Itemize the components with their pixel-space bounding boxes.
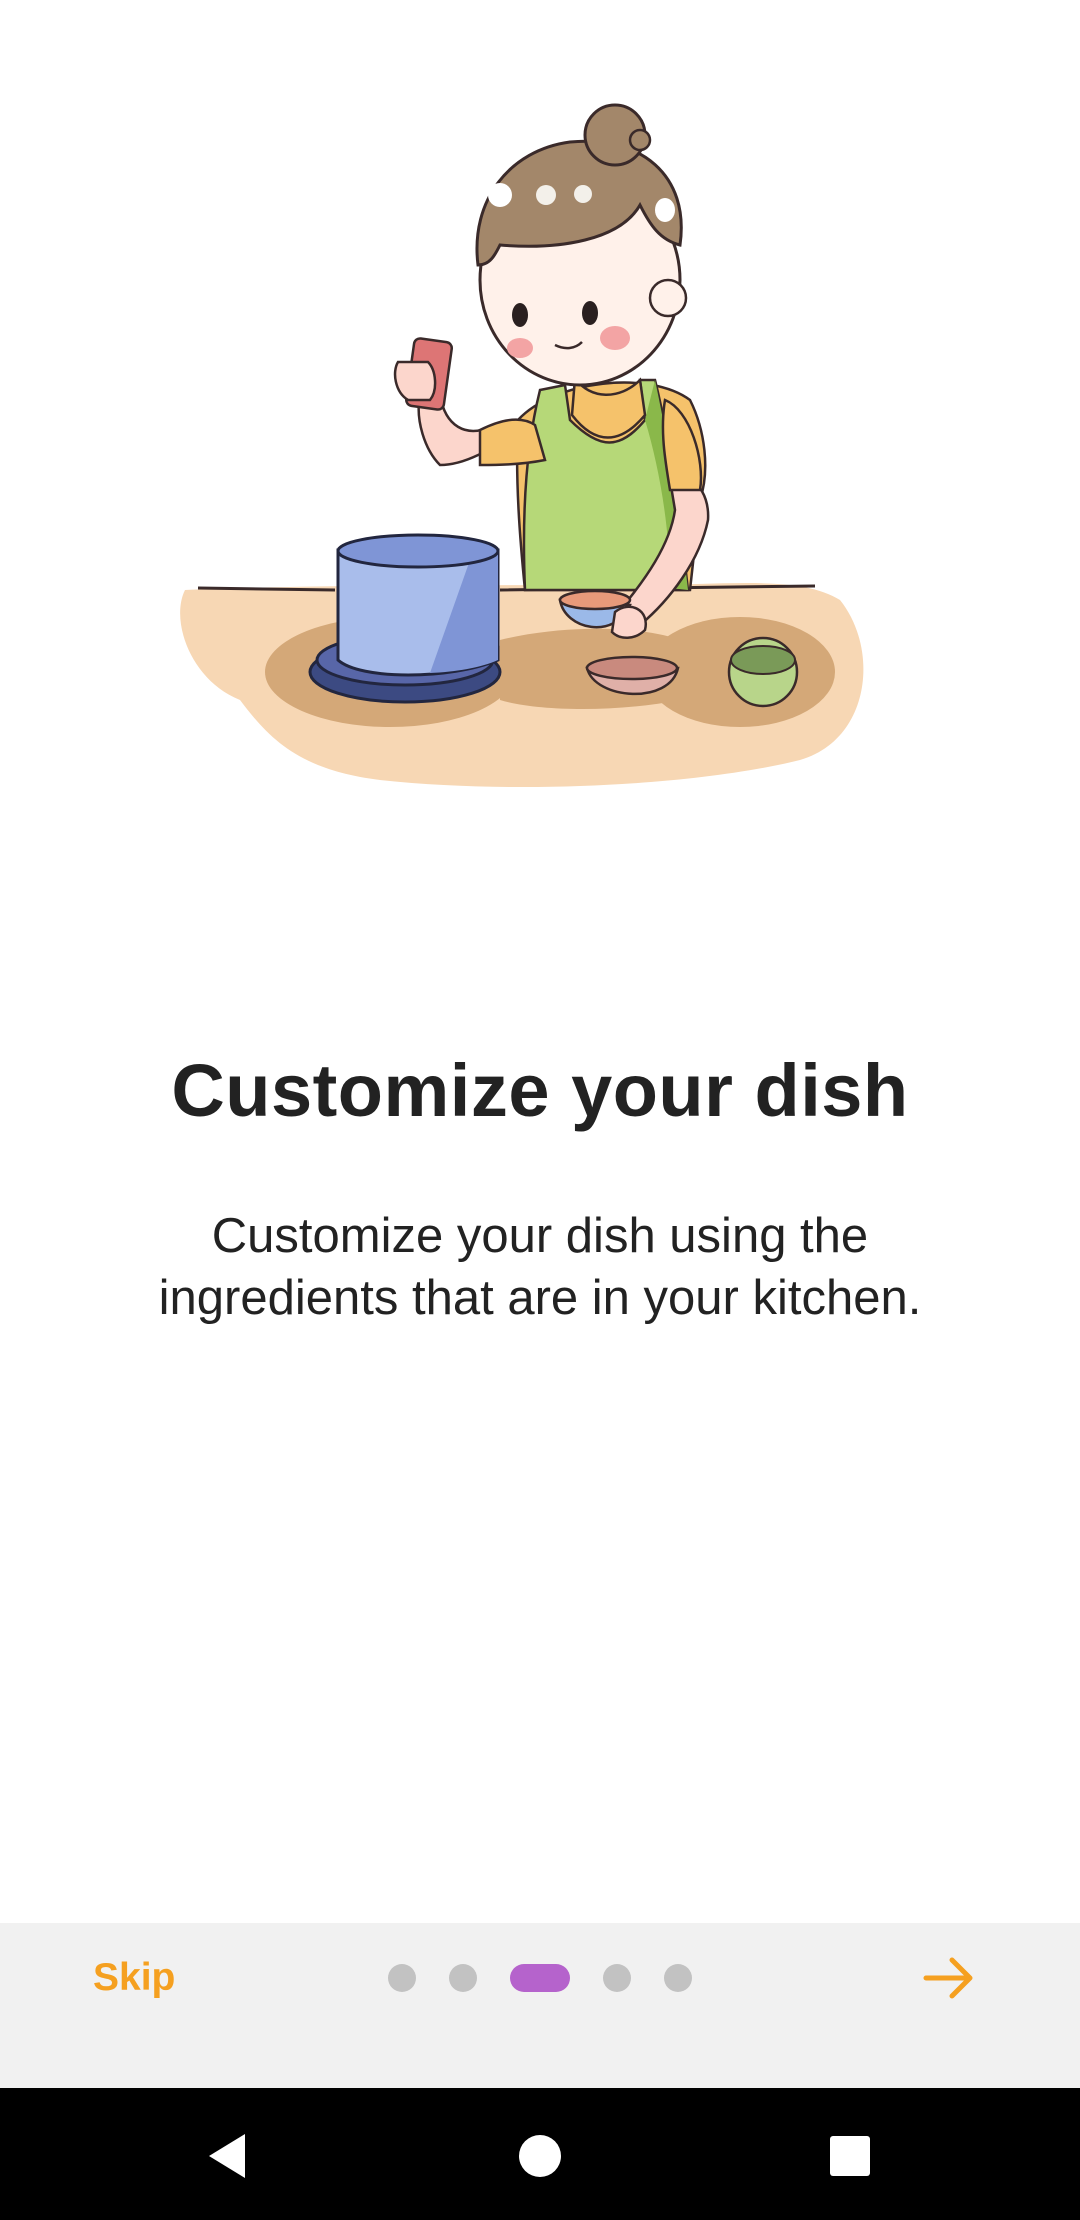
page-dot[interactable] <box>603 1964 631 1992</box>
next-button[interactable] <box>918 1947 980 2009</box>
home-circle-icon <box>519 2135 561 2177</box>
page-title: Customize your dish <box>171 1049 909 1132</box>
page-dot[interactable] <box>449 1964 477 1992</box>
page-dot-active[interactable] <box>510 1964 570 1992</box>
system-nav-bar <box>0 2088 1080 2220</box>
page-dot[interactable] <box>664 1964 692 1992</box>
recents-button[interactable] <box>818 2124 882 2188</box>
home-button[interactable] <box>508 2124 572 2188</box>
woman-cooking-illustration <box>180 103 864 788</box>
back-button[interactable] <box>195 2124 259 2188</box>
back-triangle-icon <box>209 2134 245 2178</box>
recents-square-icon <box>830 2136 870 2176</box>
onboarding-footer: Skip <box>0 1923 1080 2088</box>
page-dot[interactable] <box>388 1964 416 1992</box>
arrow-right-icon <box>923 1957 973 1999</box>
page-description: Customize your dish using the ingredient… <box>158 1209 922 1325</box>
